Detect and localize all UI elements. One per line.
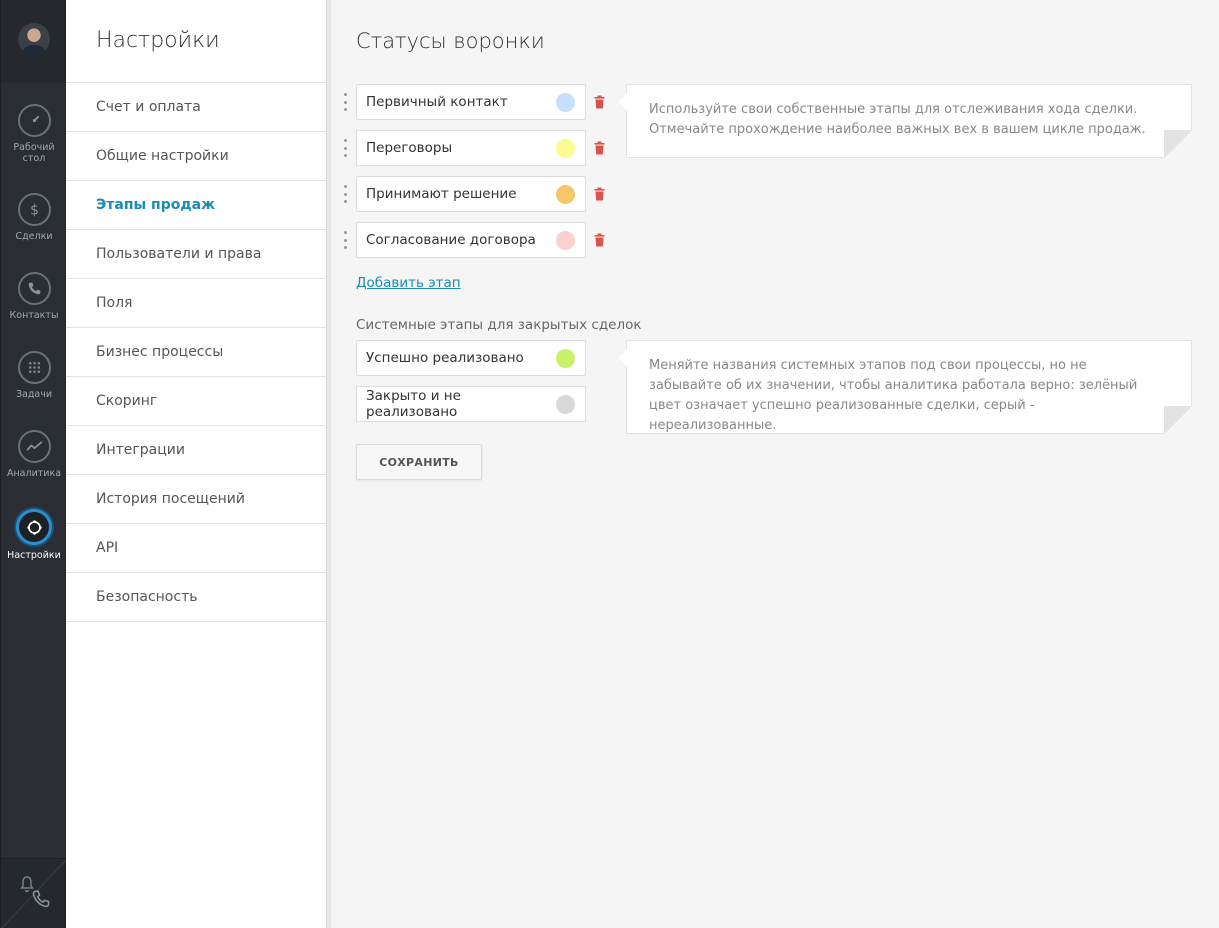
rail-label: Задачи [15,389,53,400]
main-content: Статусы воронки Первичный контакт Перего… [331,0,1219,928]
page-fold [1164,406,1192,434]
drag-handle-icon[interactable] [343,139,348,157]
menu-item-api[interactable]: API [66,524,326,573]
system-stage-name-input[interactable]: Закрыто и не реализовано [356,386,586,422]
rail-item-deals[interactable]: $ Сделки [1,193,67,242]
stage-name-input[interactable]: Переговоры [356,130,586,166]
rail-label: Контакты [9,310,59,321]
stage-row: Переговоры [343,130,606,166]
trash-icon[interactable] [593,233,606,247]
stage-color-indicator [556,394,575,414]
system-stages-hint: Меняйте названия системных этапов под св… [618,340,1192,434]
menu-item-sales-stages[interactable]: Этапы продаж [66,181,326,230]
hint-text: Используйте свои собственные этапы для о… [649,102,1146,137]
stage-name-input[interactable]: Принимают решение [356,176,586,212]
save-button[interactable]: СОХРАНИТЬ [356,444,482,480]
stage-name: Закрыто и не реализовано [366,388,461,420]
drag-handle-icon[interactable] [343,93,348,111]
stage-row: Первичный контакт [343,84,606,120]
page-title: Статусы воронки [356,29,545,53]
rail-item-tasks[interactable]: Задачи [1,351,67,400]
drag-handle-icon[interactable] [343,185,348,203]
stage-name: Переговоры [366,140,453,156]
rail-item-contacts[interactable]: Контакты [1,272,67,321]
app-sidebar: Рабочий стол $ Сделки Контакты Задачи Ан… [0,0,67,928]
settings-title: Настройки [66,0,326,83]
phone-icon[interactable] [31,889,51,913]
dollar-icon: $ [17,193,51,226]
rail-item-analytics[interactable]: Аналитика [1,430,67,479]
rail-label: Сделки [15,231,53,242]
phone-icon [17,272,51,305]
menu-item-integrations[interactable]: Интеграции [66,426,326,475]
menu-item-business-processes[interactable]: Бизнес процессы [66,328,326,377]
stage-name: Согласование договора [366,232,536,248]
rail-item-settings[interactable]: Настройки [1,509,67,561]
stage-color-picker[interactable] [556,230,575,250]
svg-text:$: $ [30,202,39,218]
add-stage-link[interactable]: Добавить этап [356,275,461,291]
stage-name: Первичный контакт [366,94,508,110]
stage-color-picker[interactable] [556,138,575,158]
stage-name-input[interactable]: Согласование договора [356,222,586,258]
system-stage-row: Закрыто и не реализовано [356,386,586,422]
stage-color-picker[interactable] [556,92,575,112]
stages-hint: Используйте свои собственные этапы для о… [618,84,1192,158]
menu-item-security[interactable]: Безопасность [66,573,326,622]
menu-item-users[interactable]: Пользователи и права [66,230,326,279]
stage-name: Успешно реализовано [366,350,524,366]
menu-item-fields[interactable]: Поля [66,279,326,328]
drag-handle-icon[interactable] [343,231,348,249]
chart-line-icon [17,430,51,463]
dashboard-gauge-icon [17,104,51,137]
menu-item-scoring[interactable]: Скоринг [66,377,326,426]
stage-color-indicator [556,348,575,368]
menu-item-billing[interactable]: Счет и оплата [66,83,326,132]
call-panel [1,858,67,928]
rail-label: Рабочий стол [13,142,55,164]
rail-item-dashboard[interactable]: Рабочий стол [1,104,67,164]
settings-menu: Настройки Счет и оплата Общие настройки … [66,0,326,928]
page-fold [1164,130,1192,158]
rail-label: Настройки [7,550,61,561]
system-stage-row: Успешно реализовано [356,340,586,376]
rail-label: Аналитика [6,468,62,479]
stage-row: Согласование договора [343,222,606,258]
menu-item-general[interactable]: Общие настройки [66,132,326,181]
hint-text: Меняйте названия системных этапов под св… [649,358,1138,433]
system-stages-heading: Системные этапы для закрытых сделок [356,317,642,333]
avatar[interactable] [18,23,50,55]
trash-icon[interactable] [593,141,606,155]
menu-item-visit-history[interactable]: История посещений [66,475,326,524]
stage-row: Принимают решение [343,176,606,212]
stage-color-picker[interactable] [556,184,575,204]
stage-name-input[interactable]: Первичный контакт [356,84,586,120]
system-stage-name-input[interactable]: Успешно реализовано [356,340,586,376]
trash-icon[interactable] [593,187,606,201]
user-panel [1,0,66,83]
trash-icon[interactable] [593,95,606,109]
gear-icon [16,509,52,545]
calendar-icon [17,351,51,384]
stage-name: Принимают решение [366,186,517,202]
